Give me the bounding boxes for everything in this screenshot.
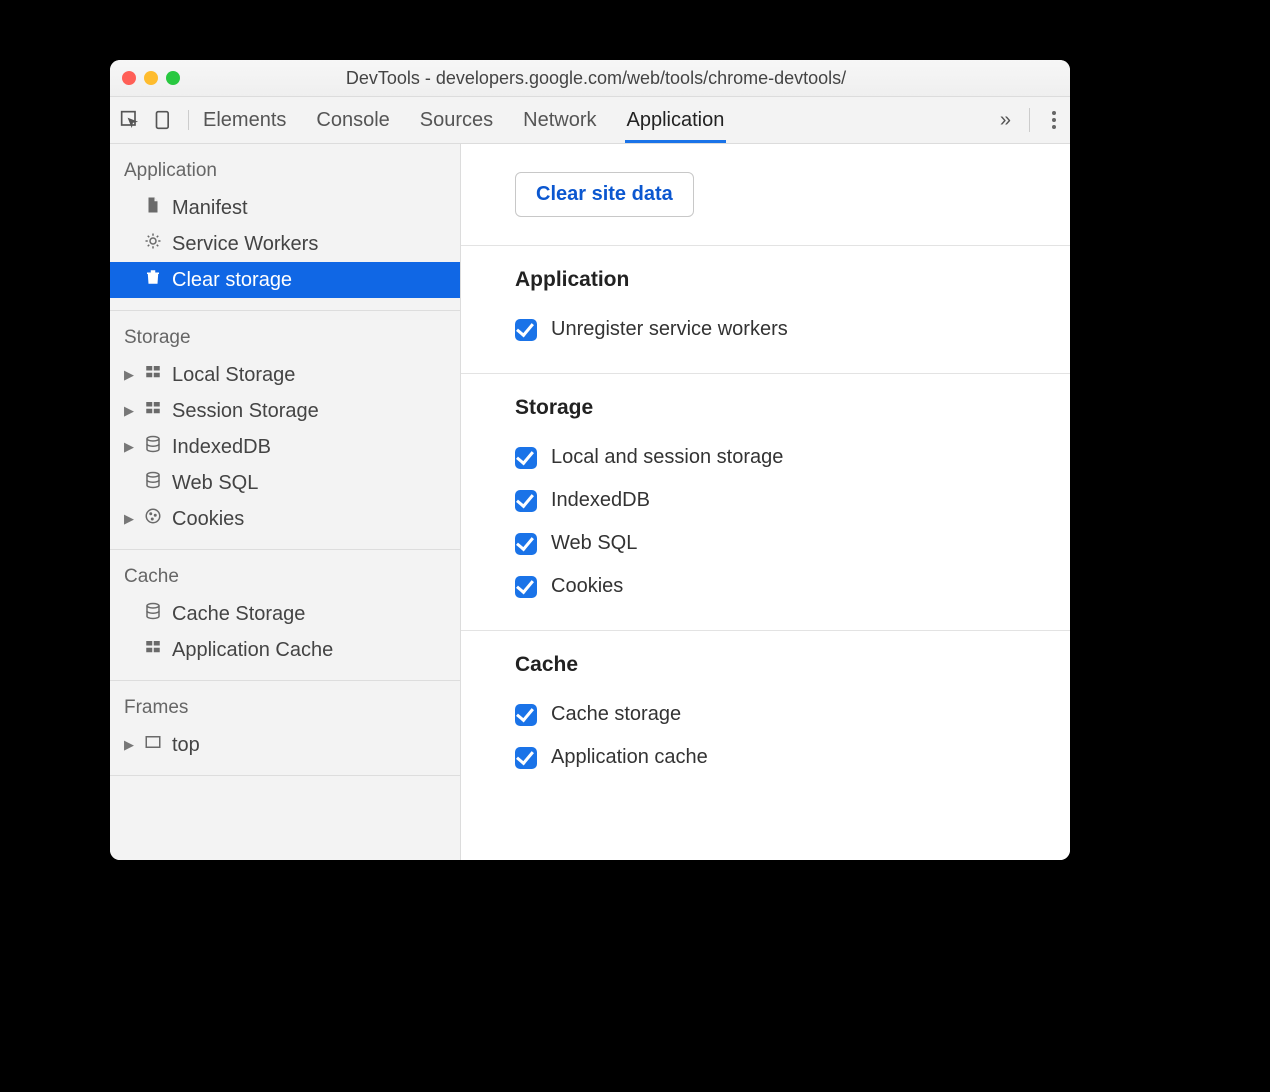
- checkbox[interactable]: [515, 747, 537, 769]
- grid-icon: [144, 638, 162, 662]
- sidebar-group-title: Storage: [110, 321, 460, 357]
- clear-storage-pane: Clear site data Application Unregister ser…: [461, 144, 1070, 860]
- devtools-window: DevTools - developers.google.com/web/too…: [110, 60, 1070, 860]
- checkbox-label: Cookies: [551, 575, 623, 598]
- sidebar-group-title: Application: [110, 154, 460, 190]
- disclosure-triangle-icon[interactable]: ▶: [124, 511, 134, 527]
- grid-icon: [144, 363, 162, 387]
- checkbox-row: IndexedDB: [515, 479, 1070, 522]
- checkbox-row: Local and session storage: [515, 436, 1070, 479]
- checkbox-label: Web SQL: [551, 532, 637, 555]
- db-icon: [144, 602, 162, 626]
- checkbox[interactable]: [515, 704, 537, 726]
- minimize-window-icon[interactable]: [144, 71, 158, 85]
- sidebar-item-label: IndexedDB: [172, 436, 271, 459]
- tab-elements[interactable]: Elements: [203, 100, 286, 141]
- disclosure-triangle-icon[interactable]: ▶: [124, 737, 134, 753]
- sidebar-item-label: top: [172, 734, 200, 757]
- sidebar-item-label: Clear storage: [172, 269, 292, 292]
- sidebar-item-label: Local Storage: [172, 364, 295, 387]
- file-icon: [144, 196, 162, 220]
- section-cache: Cache Cache storage Application cache: [461, 630, 1070, 801]
- close-window-icon[interactable]: [122, 71, 136, 85]
- tab-application[interactable]: Application: [627, 100, 725, 141]
- application-sidebar: Application Manifest Service Workers Clear …: [110, 144, 461, 860]
- db-icon: [144, 435, 162, 459]
- device-toolbar-icon[interactable]: [154, 110, 174, 130]
- disclosure-triangle-icon[interactable]: ▶: [124, 403, 134, 419]
- inspect-element-icon[interactable]: [120, 110, 140, 130]
- devtools-toolbar: Elements Console Sources Network Applica…: [110, 97, 1070, 144]
- clear-site-data-button[interactable]: Clear site data: [515, 172, 694, 217]
- sidebar-item-manifest[interactable]: Manifest: [110, 190, 460, 226]
- titlebar: DevTools - developers.google.com/web/too…: [110, 60, 1070, 97]
- sidebar-item-clear-storage[interactable]: Clear storage: [110, 262, 460, 298]
- divider: [1029, 108, 1030, 132]
- tab-console[interactable]: Console: [316, 100, 389, 141]
- db-icon: [144, 471, 162, 495]
- window-title: DevTools - developers.google.com/web/too…: [188, 68, 1058, 89]
- checkbox-row: Unregister service workers: [515, 308, 1070, 351]
- sidebar-item-cookies[interactable]: ▶ Cookies: [110, 501, 460, 537]
- settings-menu-icon[interactable]: [1048, 107, 1060, 133]
- sidebar-group-title: Frames: [110, 691, 460, 727]
- checkbox-label: IndexedDB: [551, 489, 650, 512]
- checkbox-label: Local and session storage: [551, 446, 783, 469]
- tab-sources[interactable]: Sources: [420, 100, 493, 141]
- sidebar-item-label: Service Workers: [172, 233, 318, 256]
- checkbox[interactable]: [515, 490, 537, 512]
- section-heading: Cache: [515, 653, 1070, 677]
- checkbox[interactable]: [515, 576, 537, 598]
- sidebar-item-web-sql[interactable]: Web SQL: [110, 465, 460, 501]
- sidebar-item-cache-storage[interactable]: Cache Storage: [110, 596, 460, 632]
- disclosure-triangle-icon[interactable]: ▶: [124, 367, 134, 383]
- sidebar-item-label: Application Cache: [172, 639, 333, 662]
- sidebar-item-session-storage[interactable]: ▶ Session Storage: [110, 393, 460, 429]
- cookie-icon: [144, 507, 162, 531]
- sidebar-group-title: Cache: [110, 560, 460, 596]
- trash-icon: [144, 268, 162, 292]
- sidebar-item-service-workers[interactable]: Service Workers: [110, 226, 460, 262]
- sidebar-item-label: Cookies: [172, 508, 244, 531]
- sidebar-item-indexeddb[interactable]: ▶ IndexedDB: [110, 429, 460, 465]
- checkbox[interactable]: [515, 533, 537, 555]
- checkbox-row: Web SQL: [515, 522, 1070, 565]
- sidebar-item-label: Web SQL: [172, 472, 258, 495]
- grid-icon: [144, 399, 162, 423]
- maximize-window-icon[interactable]: [166, 71, 180, 85]
- checkbox-row: Cache storage: [515, 693, 1070, 736]
- disclosure-triangle-icon[interactable]: ▶: [124, 439, 134, 455]
- checkbox-row: Application cache: [515, 736, 1070, 779]
- panel-tabs: Elements Console Sources Network Applica…: [203, 100, 1000, 141]
- checkbox-label: Application cache: [551, 746, 708, 769]
- checkbox-row: Cookies: [515, 565, 1070, 608]
- checkbox-label: Unregister service workers: [551, 318, 788, 341]
- section-heading: Application: [515, 268, 1070, 292]
- checkbox[interactable]: [515, 319, 537, 341]
- tab-network[interactable]: Network: [523, 100, 596, 141]
- checkbox[interactable]: [515, 447, 537, 469]
- gear-icon: [144, 232, 162, 256]
- sidebar-item-label: Manifest: [172, 197, 248, 220]
- sidebar-item-application-cache[interactable]: Application Cache: [110, 632, 460, 668]
- frame-icon: [144, 733, 162, 757]
- section-storage: Storage Local and session storage IndexedD…: [461, 373, 1070, 630]
- checkbox-label: Cache storage: [551, 703, 681, 726]
- sidebar-item-top[interactable]: ▶ top: [110, 727, 460, 763]
- sidebar-item-label: Cache Storage: [172, 603, 305, 626]
- section-application: Application Unregister service workers: [461, 245, 1070, 373]
- section-heading: Storage: [515, 396, 1070, 420]
- sidebar-item-local-storage[interactable]: ▶ Local Storage: [110, 357, 460, 393]
- more-tabs-icon[interactable]: »: [1000, 109, 1011, 132]
- sidebar-item-label: Session Storage: [172, 400, 319, 423]
